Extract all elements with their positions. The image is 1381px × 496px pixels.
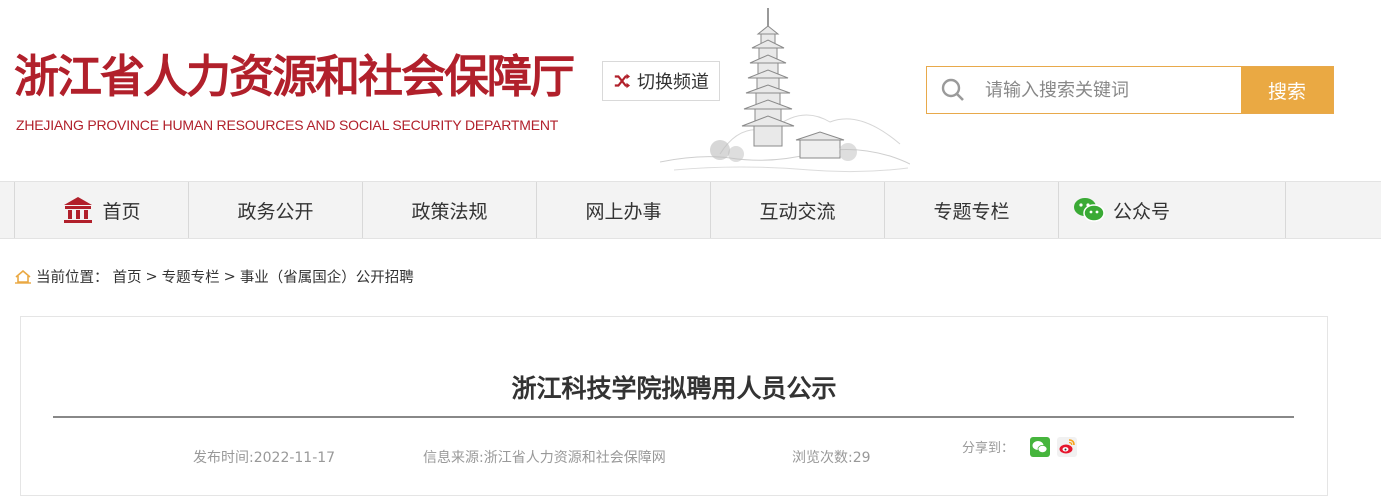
publish-time: 发布时间:2022-11-17	[193, 450, 336, 466]
breadcrumb: 当前位置： 首页 > 专题专栏 > 事业（省属国企）公开招聘	[14, 266, 414, 287]
breadcrumb-home[interactable]: 首页	[113, 266, 142, 287]
search-icon[interactable]	[927, 67, 979, 113]
search-input[interactable]	[979, 67, 1241, 113]
nav-item-special-topics[interactable]: 专题专栏	[884, 182, 1058, 238]
nav-label-interaction: 互动交流	[759, 200, 836, 223]
nav-label-online-service: 网上办事	[585, 200, 662, 223]
nav-label-wechat-account: 公众号	[1113, 200, 1171, 223]
nav-label-gov-affairs: 政务公开	[237, 200, 314, 223]
search-button[interactable]: 搜索	[1241, 67, 1333, 113]
main-nav: 首页 政务公开 政策法规 网上办事 互动交流 专题专栏 公众号	[0, 181, 1381, 239]
bank-icon	[64, 197, 93, 223]
nav-label-special-topics: 专题专栏	[933, 200, 1010, 223]
weibo-share-icon[interactable]	[1057, 437, 1077, 457]
view-count: 浏览次数:29	[792, 450, 871, 466]
nav-label-home: 首页	[102, 200, 141, 223]
nav-item-home[interactable]: 首页	[14, 182, 188, 238]
search-box: 搜索	[926, 66, 1334, 114]
site-subtitle: ZHEJIANG PROVINCE HUMAN RESOURCES AND SO…	[16, 117, 559, 133]
article-source: 信息来源:浙江省人力资源和社会保障网	[423, 450, 666, 466]
wechat-icon	[1074, 198, 1105, 222]
breadcrumb-separator: >	[223, 268, 236, 285]
site-header: 浙江省人力资源和社会保障厅 ZHEJIANG PROVINCE HUMAN RE…	[0, 0, 1381, 181]
pagoda-illustration	[660, 8, 910, 173]
title-divider	[53, 416, 1294, 418]
site-title[interactable]: 浙江省人力资源和社会保障厅	[14, 48, 575, 106]
breadcrumb-separator: >	[145, 268, 158, 285]
breadcrumb-recruitment[interactable]: 事业（省属国企）公开招聘	[240, 266, 414, 287]
nav-item-wechat-account[interactable]: 公众号	[1058, 182, 1286, 238]
shuffle-icon	[614, 73, 631, 89]
nav-item-gov-affairs[interactable]: 政务公开	[188, 182, 362, 238]
home-icon	[15, 269, 31, 284]
article-container: 浙江科技学院拟聘用人员公示 发布时间:2022-11-17 信息来源:浙江省人力…	[20, 316, 1328, 496]
article-title: 浙江科技学院拟聘用人员公示	[511, 374, 837, 403]
nav-item-online-service[interactable]: 网上办事	[536, 182, 710, 238]
breadcrumb-special-topics[interactable]: 专题专栏	[162, 266, 220, 287]
wechat-share-icon[interactable]	[1030, 437, 1050, 457]
nav-item-interaction[interactable]: 互动交流	[710, 182, 884, 238]
nav-label-policy: 政策法规	[411, 200, 488, 223]
nav-item-policy[interactable]: 政策法规	[362, 182, 536, 238]
breadcrumb-prefix: 当前位置：	[36, 270, 109, 286]
share-label: 分享到：	[962, 441, 1015, 456]
